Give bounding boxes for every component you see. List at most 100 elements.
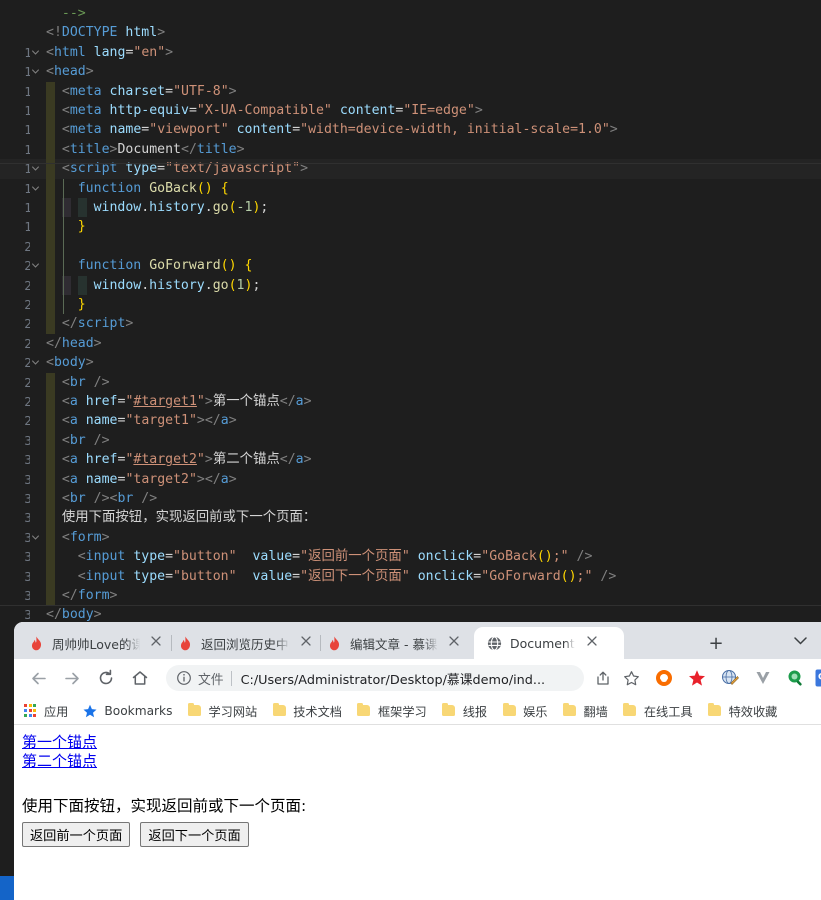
folder-icon — [707, 702, 723, 719]
code-line[interactable]: 23} — [0, 295, 821, 315]
browser-tab-active[interactable]: Document — [474, 627, 624, 659]
go-back-button[interactable]: 返回前一个页面 — [22, 822, 131, 847]
code-text: function GoBack() { — [77, 180, 229, 196]
apps-grid-icon — [22, 703, 38, 719]
bookmark-item[interactable]: Bookmarks — [76, 700, 178, 722]
code-text: <a href="#target2">第二个锚点</a> — [61, 452, 312, 468]
code-line[interactable]: 11 <head> — [0, 62, 821, 81]
code-text: } — [77, 219, 86, 235]
code-line[interactable]: 31 <a href="#target2">第二个锚点</a> — [0, 450, 821, 470]
browser-tab[interactable]: 编辑文章 - 慕课网 — [326, 627, 461, 659]
line-number: 33 — [24, 491, 30, 506]
code-line[interactable]: 13 <meta http-equiv="X-UA-Compatible" con… — [0, 101, 821, 121]
editor-separator — [0, 163, 821, 164]
reload-button[interactable] — [92, 664, 120, 692]
code-text: <title>Document</title> — [61, 141, 245, 157]
bookmark-item[interactable]: 学习网站 — [180, 700, 263, 722]
bookmark-item[interactable]: 技术文档 — [265, 700, 348, 722]
code-line[interactable]: 10 <html lang="en"> — [0, 43, 821, 62]
tab-close-icon[interactable] — [584, 635, 600, 651]
indent-guide — [46, 469, 55, 489]
indent-guide-line — [62, 256, 64, 276]
code-line[interactable]: 29 <a name="target1"></a> — [0, 411, 821, 431]
code-line[interactable]: 35 <form> — [0, 527, 821, 548]
anchor-link-1[interactable]: 第一个锚点 — [22, 733, 97, 752]
code-line[interactable]: 30 <br /> — [0, 430, 821, 451]
indent-guide — [46, 178, 55, 198]
code-line[interactable]: 34 使用下面按钮，实现返回前或下一个页面： — [0, 508, 821, 528]
code-text: <a name="target2"></a> — [61, 471, 237, 487]
code-line[interactable]: 12 <meta charset="UTF-8"> — [0, 81, 821, 101]
forward-button[interactable] — [58, 664, 86, 692]
code-line[interactable]: 14 <meta name="viewport" content="width=d… — [0, 120, 821, 140]
back-button[interactable] — [24, 664, 52, 692]
bookmark-star-icon[interactable] — [620, 667, 642, 689]
code-line[interactable]: 28 <a href="#target1">第一个锚点</a> — [0, 392, 821, 412]
code-line[interactable]: 8 --> — [0, 4, 821, 23]
indent-guide — [46, 450, 55, 470]
flame-icon — [326, 635, 342, 651]
code-line[interactable]: 37 <input type="button" value="返回下一个页面" o… — [0, 566, 821, 586]
code-line[interactable]: 20 — [0, 236, 821, 257]
indent-guide — [77, 198, 87, 218]
line-number: 14 — [24, 122, 30, 138]
code-line[interactable]: 26 <body> — [0, 353, 821, 372]
bookmark-item[interactable]: 框架学习 — [350, 700, 433, 722]
line-number: 22 — [24, 277, 30, 293]
green-search-icon[interactable] — [785, 667, 807, 689]
tab-close-icon[interactable] — [299, 635, 312, 651]
google-translate-icon[interactable]: G文 — [813, 667, 821, 689]
code-text: <meta name="viewport" content="width=dev… — [61, 122, 618, 138]
code-line[interactable]: 17 function GoBack() { — [0, 178, 821, 198]
code-line[interactable]: 32 <a name="target2"></a> — [0, 469, 821, 489]
tab-close-icon[interactable] — [149, 635, 163, 651]
info-circle-icon — [176, 670, 192, 686]
bookmark-item[interactable]: 翻墙 — [555, 700, 613, 722]
tab-close-icon[interactable] — [447, 635, 461, 651]
indent-guide — [46, 217, 55, 237]
nav-form: 返回前一个页面 返回下一个页面 — [22, 822, 813, 847]
code-line[interactable]: 38 </form> — [0, 586, 821, 606]
browser-tab[interactable]: 周帅帅Love的课程 — [28, 627, 163, 659]
bookmark-item[interactable]: 在线工具 — [616, 700, 699, 722]
code-text: } — [77, 297, 86, 312]
line-number: 15 — [24, 141, 30, 157]
code-line[interactable]: 25 </head> — [0, 334, 821, 353]
code-line[interactable]: 33 <br /><br /> — [0, 489, 821, 509]
bookmark-item[interactable]: 特效收藏 — [701, 700, 784, 722]
code-line[interactable]: 22 window.history.go(1); — [0, 275, 821, 295]
address-bar[interactable]: 文件 C:/Users/Administrator/Desktop/慕课demo… — [166, 665, 584, 691]
red-star-icon[interactable] — [686, 667, 708, 689]
tab-title: 编辑文章 - 慕课网 — [350, 636, 438, 652]
browser-tab[interactable]: 返回浏览历史中的其 — [177, 627, 312, 659]
code-line[interactable]: 15 <title>Document</title> — [0, 139, 821, 160]
code-line[interactable]: 19} — [0, 217, 821, 237]
line-number: 24 — [24, 316, 30, 332]
v-extension-icon[interactable] — [752, 667, 774, 689]
code-line[interactable]: 18 window.history.go(-1); — [0, 198, 821, 218]
bookmark-label: 在线工具 — [643, 704, 693, 719]
code-text: <html lang="en"> — [46, 44, 174, 60]
page-viewport: 第一个锚点 第二个锚点 使用下面按钮，实现返回前或下一个页面: 返回前一个页面 … — [14, 725, 821, 900]
home-button[interactable] — [126, 664, 154, 692]
folder-icon — [271, 702, 287, 719]
code-line[interactable]: 9 <!DOCTYPE html> — [0, 23, 821, 42]
globe-pen-icon[interactable] — [719, 667, 741, 689]
adblock-icon[interactable] — [653, 667, 675, 689]
code-text: </form> — [61, 588, 118, 603]
code-text: <br /> — [61, 432, 110, 448]
share-icon[interactable] — [592, 667, 614, 689]
code-line[interactable]: 24 </script> — [0, 314, 821, 334]
indent-guide — [46, 120, 55, 140]
bookmark-item[interactable]: 娱乐 — [495, 700, 553, 722]
new-tab-button[interactable]: + — [704, 633, 728, 657]
code-line[interactable]: 36 <input type="button" value="返回前一个页面" o… — [0, 547, 821, 567]
code-line[interactable]: 27 <br /> — [0, 372, 821, 392]
bookmark-label: 应用 — [44, 704, 69, 719]
chevron-down-icon[interactable] — [789, 631, 811, 651]
bookmark-item[interactable]: 应用 — [16, 700, 74, 722]
anchor-link-2[interactable]: 第二个锚点 — [22, 752, 97, 771]
go-forward-button[interactable]: 返回下一个页面 — [140, 822, 249, 847]
bookmark-item[interactable]: 线报 — [435, 700, 493, 722]
code-line[interactable]: 21 function GoForward() { — [0, 256, 821, 276]
